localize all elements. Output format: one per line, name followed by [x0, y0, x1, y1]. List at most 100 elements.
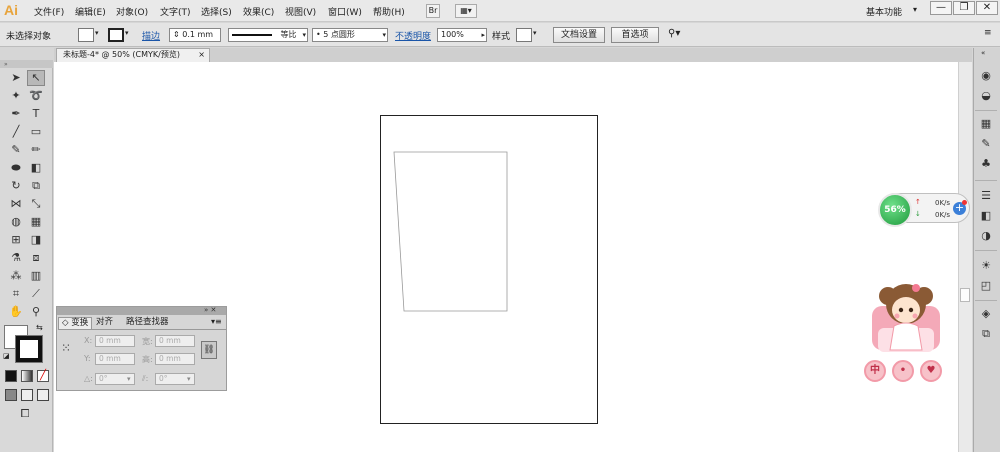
- rotate-tool-icon[interactable]: ↻: [7, 178, 25, 194]
- trapezoid-path[interactable]: [393, 151, 508, 312]
- menu-type[interactable]: 文字(T): [160, 5, 191, 18]
- column-graph-tool-icon[interactable]: ▥: [27, 268, 45, 284]
- stroke-panel-icon[interactable]: ☰: [977, 188, 995, 204]
- arrange-documents-button[interactable]: ▦▾: [455, 4, 477, 18]
- vertical-scrollbar[interactable]: [958, 62, 972, 452]
- draw-normal-icon[interactable]: [5, 389, 17, 401]
- blob-brush-tool-icon[interactable]: ⬬: [7, 160, 25, 176]
- control-panel-menu-icon[interactable]: ≡: [984, 28, 992, 38]
- menu-select[interactable]: 选择(S): [201, 5, 232, 18]
- slice-tool-icon[interactable]: ⟋: [27, 286, 45, 302]
- zoom-tool-icon[interactable]: ⚲: [27, 304, 45, 320]
- tab-align[interactable]: 对齐: [93, 317, 116, 329]
- menu-effect[interactable]: 效果(C): [243, 5, 274, 18]
- brushes-panel-icon[interactable]: ✎: [977, 136, 995, 152]
- tab-pathfinder[interactable]: 路径查找器: [123, 317, 172, 329]
- default-colors-icon[interactable]: ◪: [3, 352, 10, 360]
- stroke-label-link[interactable]: 描边: [142, 29, 160, 42]
- layers-panel-icon[interactable]: ◈: [977, 306, 995, 322]
- minimize-button[interactable]: —: [930, 1, 952, 15]
- menu-window[interactable]: 窗口(W): [328, 5, 362, 18]
- mesh-tool-icon[interactable]: ⊞: [7, 232, 25, 248]
- stroke-color-box[interactable]: [15, 335, 43, 363]
- lasso-tool-icon[interactable]: ➰: [27, 88, 45, 104]
- brush-definition[interactable]: • 5 点圆形 ▾: [312, 28, 388, 42]
- direct-selection-tool-icon[interactable]: ↖: [27, 70, 45, 86]
- symbol-sprayer-tool-icon[interactable]: ⁂: [7, 268, 25, 284]
- paintbrush-tool-icon[interactable]: ✎: [7, 142, 25, 158]
- dock-collapse-icon[interactable]: «: [981, 49, 985, 57]
- sticker-button-1[interactable]: 中: [864, 360, 886, 382]
- perspective-grid-tool-icon[interactable]: ▦: [27, 214, 45, 230]
- transform-panel-menu-icon[interactable]: ▾≡: [211, 317, 222, 326]
- menu-object[interactable]: 对象(O): [116, 5, 148, 18]
- opacity-field[interactable]: 100% ▸: [437, 28, 487, 42]
- eyedropper-tool-icon[interactable]: ⚗: [7, 250, 25, 266]
- stroke-swatch[interactable]: [108, 28, 124, 42]
- x-field[interactable]: 0 mm: [95, 335, 135, 347]
- symbols-panel-icon[interactable]: ♣: [977, 156, 995, 172]
- sticker-button-3[interactable]: ♥: [920, 360, 942, 382]
- rotate-dropdown-icon[interactable]: ▾: [127, 375, 131, 383]
- fill-dropdown-icon[interactable]: ▾: [95, 29, 99, 37]
- shape-builder-tool-icon[interactable]: ◍: [7, 214, 25, 230]
- bridge-button[interactable]: Br: [426, 4, 440, 18]
- menu-help[interactable]: 帮助(H): [373, 5, 405, 18]
- swap-fill-stroke-icon[interactable]: ⇆: [36, 323, 43, 332]
- document-tab-close-icon[interactable]: ×: [198, 49, 205, 61]
- free-transform-tool-icon[interactable]: ⤡: [27, 196, 45, 212]
- y-field[interactable]: 0 mm: [95, 353, 135, 365]
- pen-tool-icon[interactable]: ✒: [7, 106, 25, 122]
- color-guide-icon[interactable]: ◒: [977, 88, 995, 104]
- reference-point-icon[interactable]: ⁙: [61, 342, 75, 356]
- selection-tool-icon[interactable]: ➤: [7, 70, 25, 86]
- draw-inside-icon[interactable]: [37, 389, 49, 401]
- line-tool-icon[interactable]: ╱: [7, 124, 25, 140]
- arrange-icon[interactable]: ⚲▾: [668, 28, 680, 39]
- pencil-tool-icon[interactable]: ✏: [27, 142, 45, 158]
- blend-tool-icon[interactable]: ⧈: [27, 250, 45, 266]
- gradient-panel-icon[interactable]: ◧: [977, 208, 995, 224]
- trapezoid-shape[interactable]: [392, 150, 510, 314]
- sticker-button-2[interactable]: •: [892, 360, 914, 382]
- fill-swatch[interactable]: [78, 28, 94, 42]
- gradient-tool-icon[interactable]: ◨: [27, 232, 45, 248]
- transform-panel-header[interactable]: [57, 307, 226, 315]
- rectangle-tool-icon[interactable]: ▭: [27, 124, 45, 140]
- menu-view[interactable]: 视图(V): [285, 5, 316, 18]
- transparency-panel-icon[interactable]: ◑: [977, 228, 995, 244]
- artboard-tool-icon[interactable]: ⌗: [7, 286, 25, 302]
- stroke-dropdown-icon[interactable]: ▾: [125, 29, 129, 37]
- width-tool-icon[interactable]: ⋈: [7, 196, 25, 212]
- draw-behind-icon[interactable]: [21, 389, 33, 401]
- menu-file[interactable]: 文件(F): [34, 5, 64, 18]
- workspace-dropdown-icon[interactable]: ▾: [913, 5, 917, 14]
- stroke-stepper-icon[interactable]: ⇕: [173, 30, 180, 39]
- style-dropdown-icon[interactable]: ▾: [533, 29, 537, 37]
- hand-tool-icon[interactable]: ✋: [7, 304, 25, 320]
- color-panel-icon[interactable]: ◉: [977, 68, 995, 84]
- menu-edit[interactable]: 编辑(E): [75, 5, 106, 18]
- graphic-styles-panel-icon[interactable]: ◰: [977, 278, 995, 294]
- close-button[interactable]: ✕: [976, 1, 998, 15]
- scale-tool-icon[interactable]: ⧉: [27, 178, 45, 194]
- memory-percent-badge[interactable]: 56%: [878, 193, 912, 227]
- transform-panel-close-icon[interactable]: » ✕: [204, 306, 216, 314]
- workspace-switcher[interactable]: 基本功能: [866, 5, 902, 18]
- gradient-mode-icon[interactable]: [21, 370, 33, 382]
- graphic-style-swatch[interactable]: [516, 28, 532, 42]
- variable-width-profile[interactable]: 等比 ▾: [228, 28, 308, 42]
- restore-button[interactable]: ❐: [953, 1, 975, 15]
- constrain-proportions-icon[interactable]: ⛓: [201, 341, 217, 359]
- eraser-tool-icon[interactable]: ◧: [27, 160, 45, 176]
- artboards-panel-icon[interactable]: ⧉: [977, 326, 995, 342]
- h-field[interactable]: 0 mm: [155, 353, 195, 365]
- type-tool-icon[interactable]: T: [27, 106, 45, 122]
- color-mode-icon[interactable]: [5, 370, 17, 382]
- tools-collapse-icon[interactable]: »: [4, 61, 8, 68]
- preferences-button[interactable]: 首选项: [611, 27, 659, 43]
- vertical-scrollbar-thumb[interactable]: [960, 288, 970, 302]
- none-mode-icon[interactable]: ╱: [37, 370, 49, 382]
- stroke-weight-field[interactable]: ⇕ 0.1 mm: [169, 28, 221, 42]
- w-field[interactable]: 0 mm: [155, 335, 195, 347]
